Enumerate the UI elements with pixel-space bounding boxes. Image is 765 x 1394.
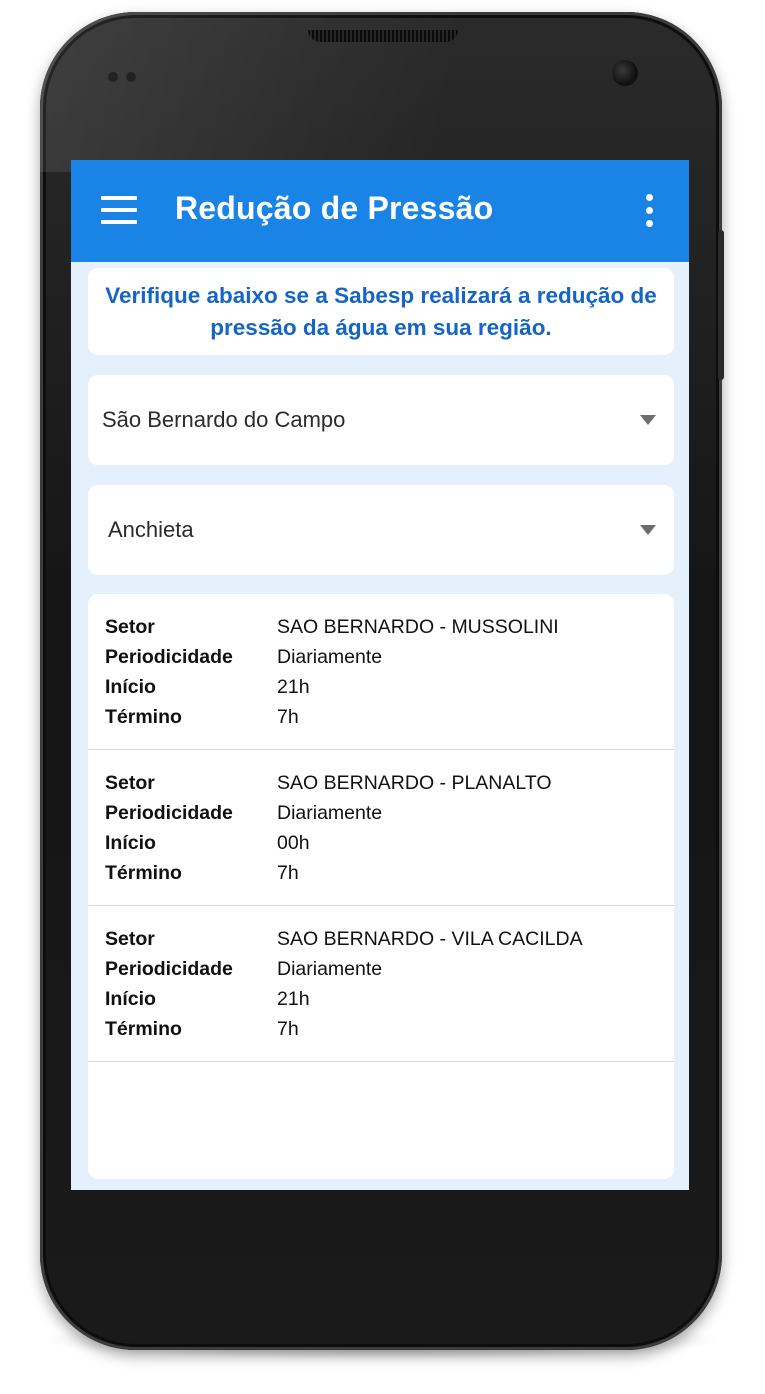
dropdown-arrow-icon [640,525,656,535]
neighborhood-select-value: Anchieta [108,517,194,542]
neighborhood-select[interactable]: Anchieta [88,485,674,575]
periodicidade-row: Periodicidade Diariamente [105,958,665,988]
proximity-sensor [108,72,118,82]
periodicidade-value: Diariamente [277,958,383,980]
inicio-value: 00h [277,832,310,854]
side-button [718,230,724,380]
hamburger-menu-icon[interactable] [101,196,139,224]
termino-row: Término 7h [105,862,665,892]
info-banner: Verifique abaixo se a Sabesp realizará a… [88,268,674,355]
list-item: Setor SAO BERNARDO - MUSSOLINI Periodici… [88,594,674,750]
periodicidade-label: Periodicidade [105,958,233,980]
inicio-row: Início 21h [105,676,665,706]
list-item: Setor SAO BERNARDO - VILA CACILDA Period… [88,906,674,1062]
setor-row: Setor SAO BERNARDO - MUSSOLINI [105,616,665,646]
app-screen: Redução de Pressão Verifique abaixo se a… [71,160,689,1190]
termino-row: Término 7h [105,706,665,736]
termino-label: Término [105,706,182,728]
setor-label: Setor [105,928,155,950]
periodicidade-row: Periodicidade Diariamente [105,802,665,832]
termino-label: Término [105,862,182,884]
periodicidade-label: Periodicidade [105,646,233,668]
setor-value: SAO BERNARDO - MUSSOLINI [277,616,559,638]
inicio-label: Início [105,832,156,854]
light-sensor [126,72,136,82]
results-list: Setor SAO BERNARDO - MUSSOLINI Periodici… [88,594,674,1179]
setor-value: SAO BERNARDO - PLANALTO [277,772,552,794]
inicio-value: 21h [277,988,310,1010]
setor-row: Setor SAO BERNARDO - PLANALTO [105,772,665,802]
termino-value: 7h [277,1018,299,1040]
termino-label: Término [105,1018,182,1040]
termino-value: 7h [277,706,299,728]
periodicidade-label: Periodicidade [105,802,233,824]
front-camera [612,60,638,86]
page-title: Redução de Pressão [175,190,494,226]
setor-row: Setor SAO BERNARDO - VILA CACILDA [105,928,665,958]
periodicidade-value: Diariamente [277,646,383,668]
info-message: Verifique abaixo se a Sabesp realizará a… [105,282,657,340]
city-select-value: São Bernardo do Campo [102,407,346,432]
list-item: Setor SAO BERNARDO - PLANALTO Periodicid… [88,750,674,906]
periodicidade-row: Periodicidade Diariamente [105,646,665,676]
periodicidade-value: Diariamente [277,802,383,824]
setor-value: SAO BERNARDO - VILA CACILDA [277,928,583,950]
setor-label: Setor [105,616,155,638]
app-bar: Redução de Pressão [71,160,689,262]
city-select[interactable]: São Bernardo do Campo [88,375,674,465]
inicio-row: Início 00h [105,832,665,862]
more-vertical-icon[interactable] [635,192,665,230]
dropdown-arrow-icon [640,415,656,425]
termino-row: Término 7h [105,1018,665,1048]
termino-value: 7h [277,862,299,884]
earpiece-speaker [308,30,458,42]
inicio-row: Início 21h [105,988,665,1018]
inicio-label: Início [105,988,156,1010]
inicio-value: 21h [277,676,310,698]
setor-label: Setor [105,772,155,794]
inicio-label: Início [105,676,156,698]
